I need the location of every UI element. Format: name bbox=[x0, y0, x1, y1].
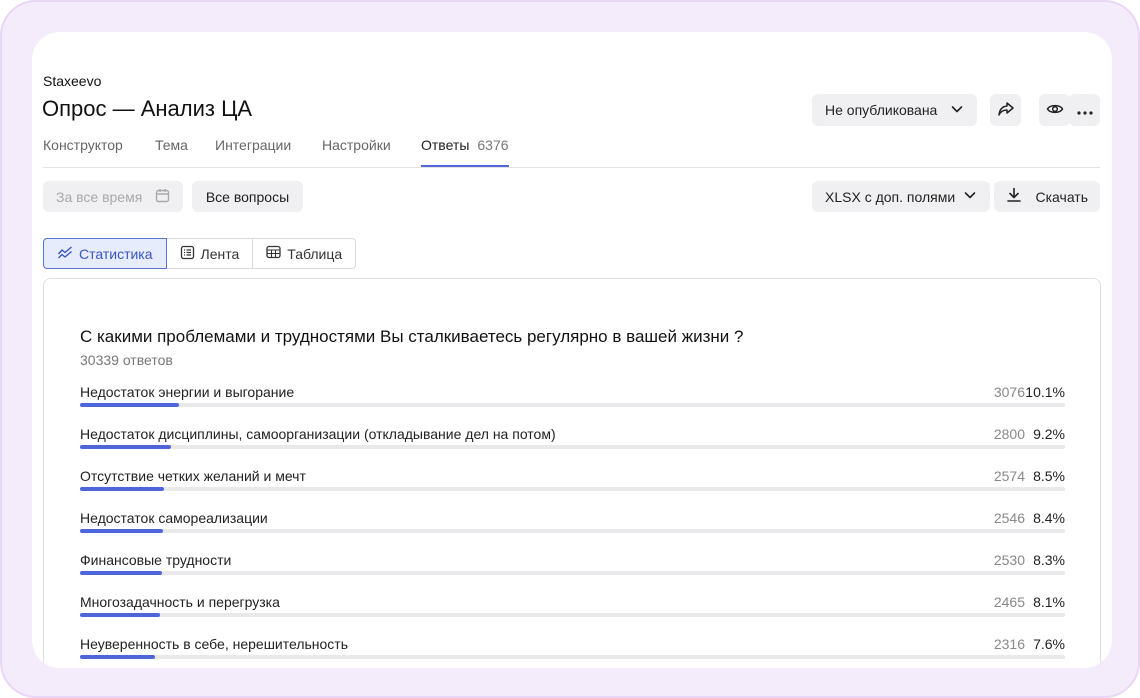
view-table[interactable]: Таблица bbox=[252, 238, 357, 269]
answer-percent: 9.2% bbox=[1033, 426, 1065, 442]
tab-label: Конструктор bbox=[43, 137, 123, 153]
answer-label: Недостаток энергии и выгорание bbox=[80, 384, 295, 400]
chevron-down-icon bbox=[963, 188, 977, 205]
view-table-label: Таблица bbox=[287, 245, 343, 262]
answer-progress-track bbox=[80, 655, 1065, 659]
download-icon bbox=[1006, 187, 1022, 206]
answer-progress-bar bbox=[80, 613, 160, 617]
export-format-dropdown[interactable]: XLSX с доп. полями bbox=[812, 181, 990, 212]
answer-label: Неуверенность в себе, нерешительность bbox=[80, 636, 349, 652]
tab-label: Настройки bbox=[322, 137, 391, 153]
questions-filter[interactable]: Все вопросы bbox=[192, 181, 303, 212]
answer-label: Недостаток самореализации bbox=[80, 510, 268, 526]
download-button[interactable]: Скачать bbox=[994, 181, 1100, 212]
answer-count: 2530 bbox=[993, 552, 1025, 568]
answer-label: Недостаток дисциплины, самоорганизации (… bbox=[80, 426, 556, 442]
publish-status-dropdown[interactable]: Не опубликована bbox=[812, 94, 977, 126]
download-label: Скачать bbox=[1035, 188, 1089, 205]
tab-theme[interactable]: Тема bbox=[155, 137, 188, 167]
answer-row: Многозадачность и перегрузка 2465 8.1% bbox=[80, 594, 1065, 624]
list-icon bbox=[180, 245, 201, 263]
answer-row: Отсутствие четких желаний и мечт 2574 8.5% bbox=[80, 468, 1065, 498]
survey-card: Staxeevo Опрос — Анализ ЦА Не опубликова… bbox=[32, 32, 1112, 668]
answer-label: Финансовые трудности bbox=[80, 552, 232, 568]
outer-frame: Staxeevo Опрос — Анализ ЦА Не опубликова… bbox=[0, 0, 1140, 698]
tab-label: Тема bbox=[155, 137, 188, 153]
answer-count: 2800 bbox=[993, 426, 1025, 442]
view-switch: Статистика Лента Таблица bbox=[43, 238, 357, 269]
answer-percent: 8.3% bbox=[1033, 552, 1065, 568]
answer-label: Многозадачность и перегрузка bbox=[80, 594, 280, 610]
eye-icon bbox=[1046, 102, 1064, 119]
answer-percent: 7.6% bbox=[1033, 636, 1065, 652]
answers-total: 30339 ответов bbox=[80, 352, 173, 368]
answer-row: Недостаток энергии и выгорание 3076 10.1% bbox=[80, 384, 1065, 414]
answer-count: 2316 bbox=[993, 636, 1025, 652]
period-filter[interactable]: За все время bbox=[43, 181, 183, 212]
tab-integrations[interactable]: Интеграции bbox=[215, 137, 291, 167]
brand-name: Staxeevo bbox=[43, 73, 102, 89]
answer-progress-track bbox=[80, 571, 1065, 575]
more-dots-icon bbox=[1076, 102, 1093, 118]
view-feed[interactable]: Лента bbox=[165, 238, 254, 269]
view-statistics-label: Статистика bbox=[79, 245, 153, 262]
answer-percent: 8.4% bbox=[1033, 510, 1065, 526]
answer-progress-track bbox=[80, 487, 1065, 491]
answer-percent: 8.1% bbox=[1033, 594, 1065, 610]
answer-count: 2574 bbox=[993, 468, 1025, 484]
answer-count: 3076 bbox=[993, 384, 1025, 400]
view-statistics[interactable]: Статистика bbox=[43, 238, 167, 269]
view-feed-label: Лента bbox=[200, 245, 240, 262]
tab-label: Ответы bbox=[421, 137, 470, 153]
answer-label: Отсутствие четких желаний и мечт bbox=[80, 468, 306, 484]
table-icon bbox=[266, 245, 287, 262]
answer-progress-bar bbox=[80, 445, 171, 449]
answer-count: 2546 bbox=[993, 510, 1025, 526]
tab-answers[interactable]: Ответы 6376 bbox=[421, 137, 509, 167]
answer-progress-bar bbox=[80, 655, 155, 659]
export-format-label: XLSX с доп. полями bbox=[825, 188, 956, 205]
answer-row: Недостаток дисциплины, самоорганизации (… bbox=[80, 426, 1065, 456]
answer-progress-track bbox=[80, 529, 1065, 533]
share-button[interactable] bbox=[990, 94, 1021, 126]
question-title: С какими проблемами и трудностями Вы ста… bbox=[80, 327, 744, 346]
tab-settings[interactable]: Настройки bbox=[322, 137, 391, 167]
tabs-divider bbox=[43, 167, 1100, 168]
page-title: Опрос — Анализ ЦА bbox=[42, 96, 253, 121]
questions-filter-label: Все вопросы bbox=[205, 188, 290, 205]
answer-percent: 8.5% bbox=[1033, 468, 1065, 484]
answers-count-badge: 6376 bbox=[477, 137, 509, 153]
calendar-icon bbox=[155, 188, 170, 206]
statistics-panel: С какими проблемами и трудностями Вы ста… bbox=[43, 278, 1101, 668]
answer-progress-bar bbox=[80, 571, 162, 575]
answer-count: 2465 bbox=[993, 594, 1025, 610]
tab-constructor[interactable]: Конструктор bbox=[43, 137, 123, 167]
answer-progress-bar bbox=[80, 403, 179, 407]
more-button[interactable] bbox=[1069, 94, 1100, 126]
answer-progress-track bbox=[80, 403, 1065, 407]
share-icon bbox=[997, 101, 1015, 120]
answer-row: Недостаток самореализации 2546 8.4% bbox=[80, 510, 1065, 540]
answer-progress-track bbox=[80, 613, 1065, 617]
period-placeholder: За все время bbox=[56, 188, 143, 205]
publish-status-label: Не опубликована bbox=[825, 102, 938, 118]
answer-percent: 10.1% bbox=[1025, 384, 1065, 400]
answer-row: Неуверенность в себе, нерешительность 231… bbox=[80, 636, 1065, 666]
answer-progress-bar bbox=[80, 487, 164, 491]
answer-progress-track bbox=[80, 445, 1065, 449]
preview-button[interactable] bbox=[1039, 94, 1070, 126]
tab-label: Интеграции bbox=[215, 137, 292, 153]
chevron-down-icon bbox=[950, 102, 964, 119]
answer-row: Финансовые трудности 2530 8.3% bbox=[80, 552, 1065, 582]
answer-progress-bar bbox=[80, 529, 163, 533]
chart-icon bbox=[57, 245, 79, 262]
